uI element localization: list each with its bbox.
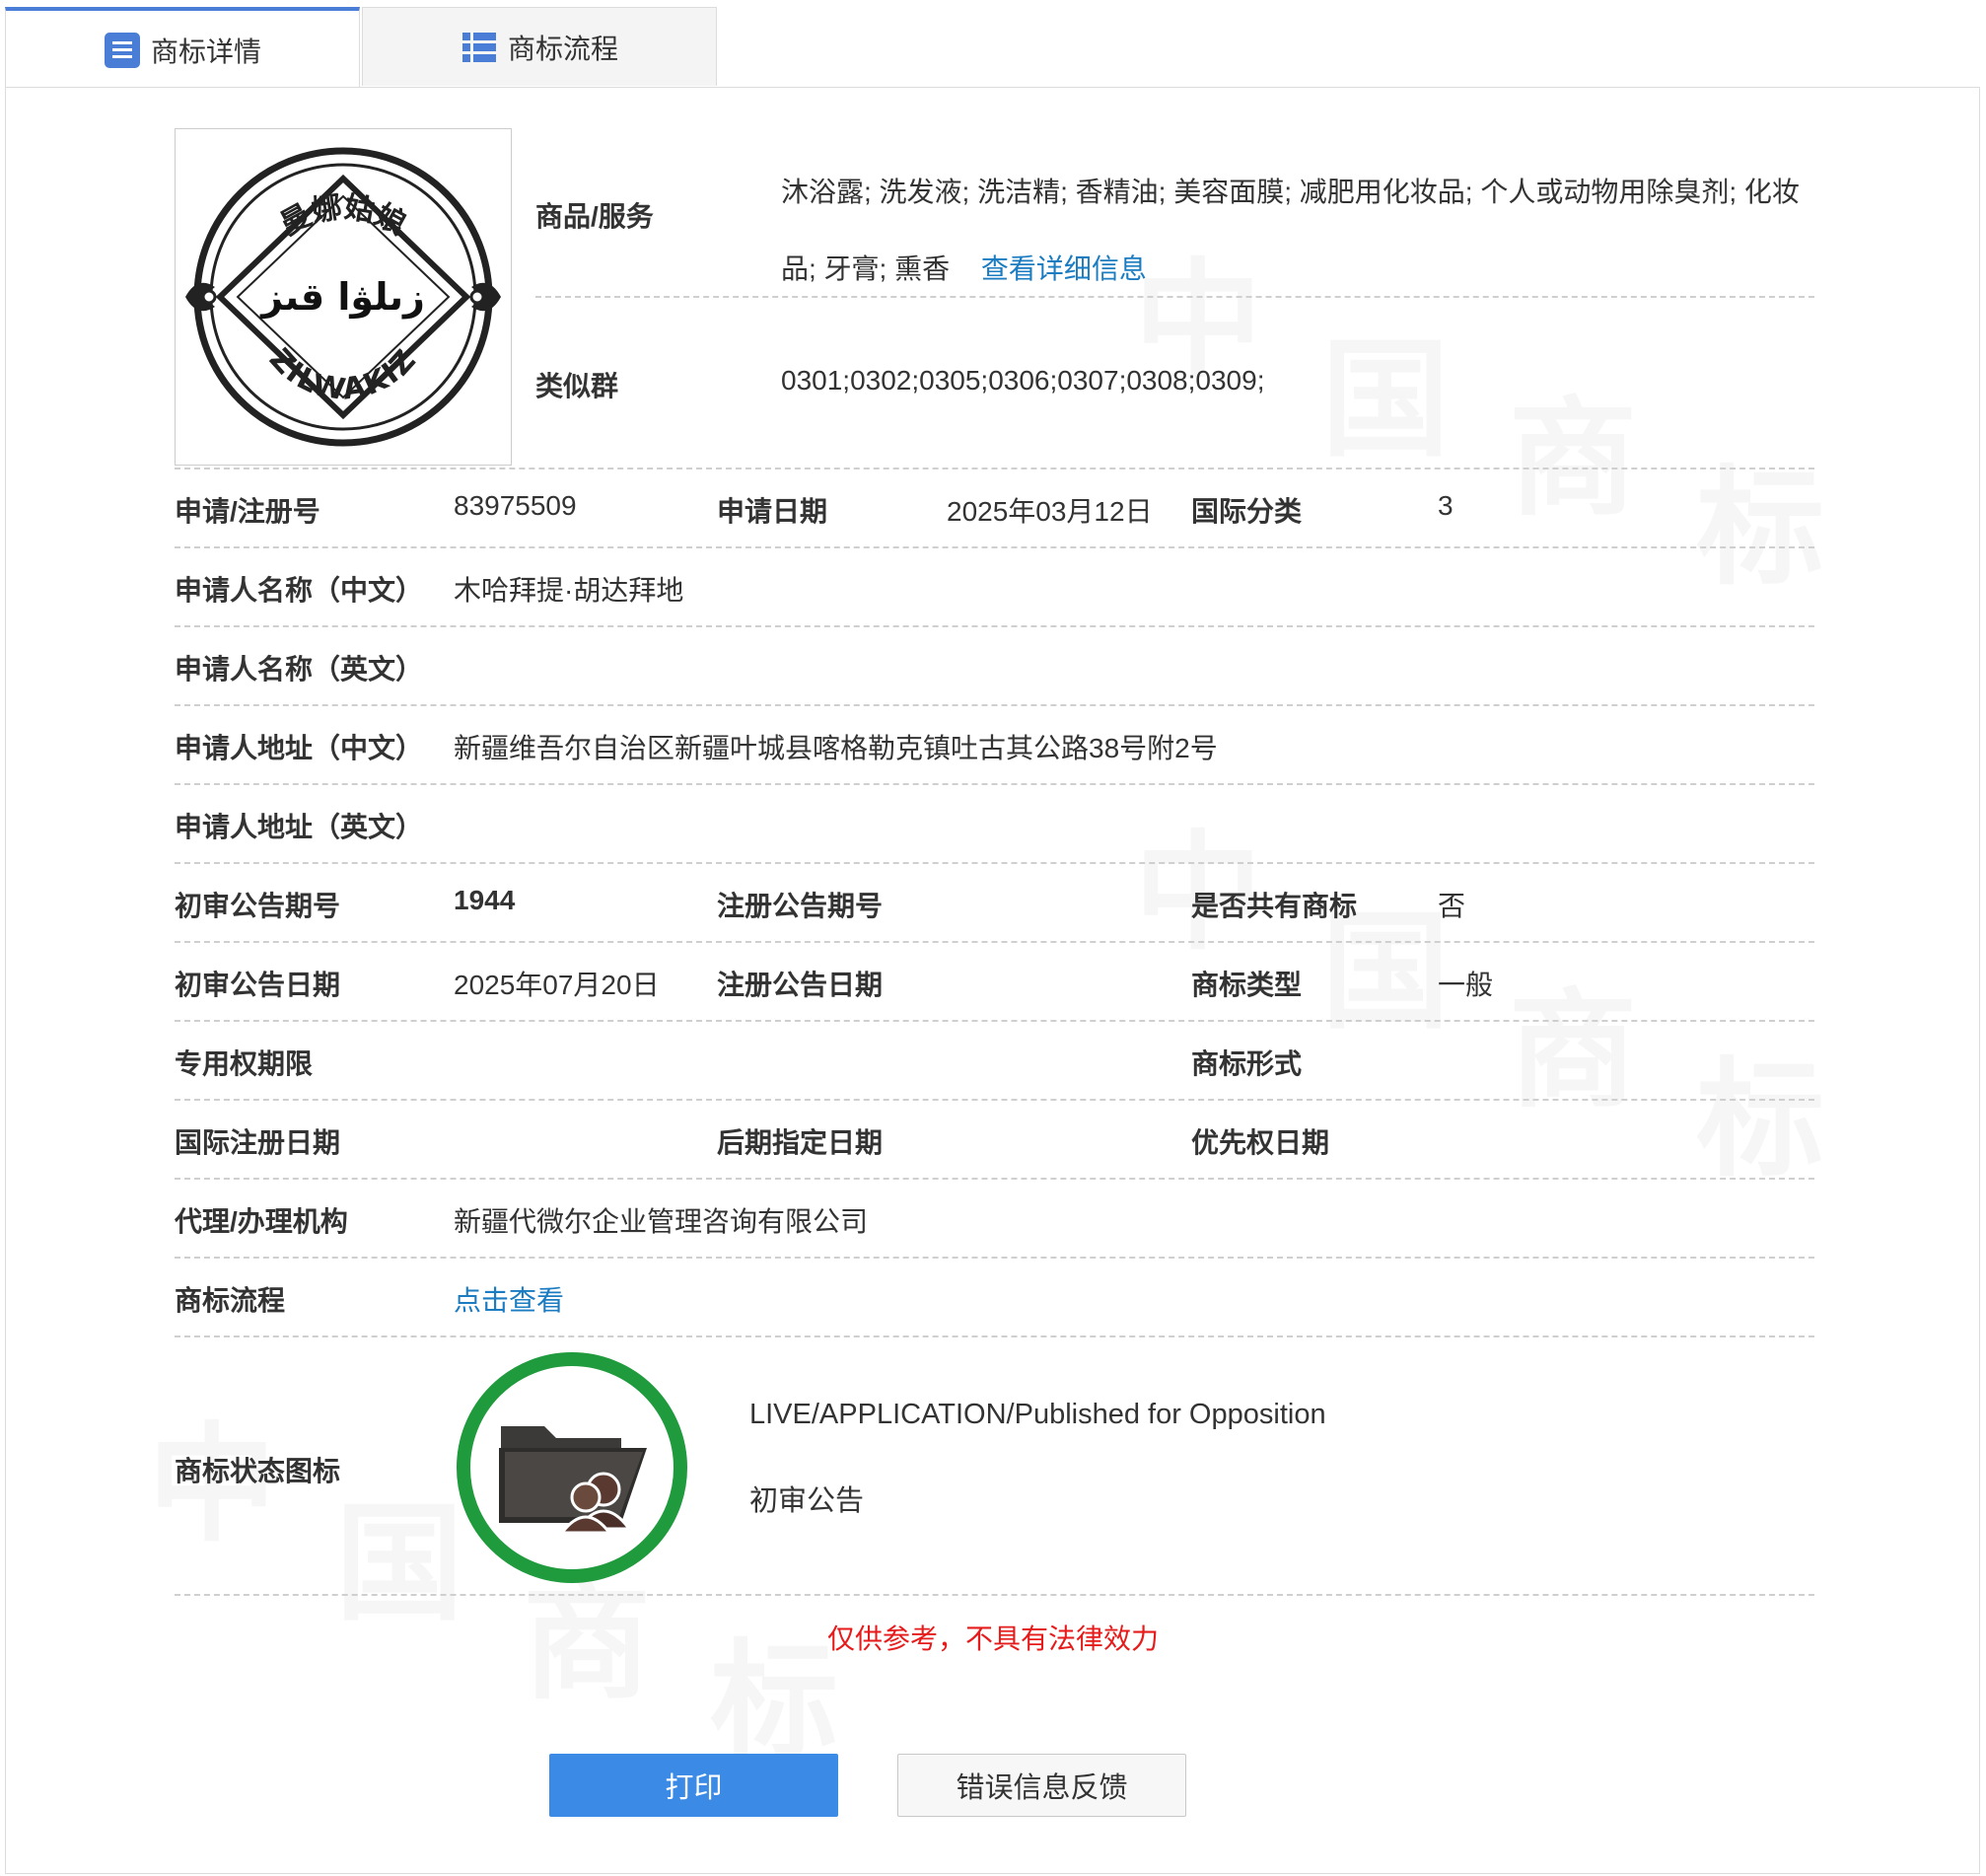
tm-form-label: 商标形式 (1191, 1048, 1303, 1079)
process-label: 商标流程 (175, 1285, 286, 1316)
reg-date-label: 注册公告日期 (717, 970, 884, 1000)
divider (175, 1020, 1814, 1022)
tab-trademark-process[interactable]: 商标流程 (362, 7, 717, 86)
list-doc-icon (104, 32, 140, 68)
tm-type-label: 商标类型 (1191, 970, 1303, 1000)
status-icon-label: 商标状态图标 (175, 1456, 341, 1486)
address-cn-value: 新疆维吾尔自治区新疆叶城县喀格勒克镇吐古其公路38号附2号 (454, 733, 1218, 763)
status-text-en: LIVE/APPLICATION/Published for Oppositio… (749, 1399, 1326, 1430)
reg-no-label: 申请/注册号 (175, 496, 320, 527)
legal-disclaimer: 仅供参考，不具有法律效力 (826, 1623, 1159, 1654)
goods-services: 沐浴露; 洗发液; 洗洁精; 香精油; 美容面膜; 减肥用化妆品; 个人或动物用… (781, 154, 1807, 308)
divider (175, 625, 1814, 627)
error-feedback-button[interactable]: 错误信息反馈 (897, 1754, 1186, 1817)
watermark: 国 (1321, 296, 1450, 481)
divider (175, 1594, 1814, 1596)
process-view-link[interactable]: 点击查看 (454, 1279, 564, 1319)
address-cn-label: 申请人地址（中文） (175, 733, 424, 763)
shared-mark-label: 是否共有商标 (1191, 891, 1358, 921)
print-button[interactable]: 打印 (549, 1754, 838, 1817)
similar-group-value: 0301;0302;0305;0306;0307;0308;0309; (781, 365, 1265, 396)
intl-class-label: 国际分类 (1191, 496, 1303, 527)
divider (175, 1335, 1814, 1337)
agency-label: 代理/办理机构 (175, 1206, 348, 1237)
prelim-issue-value: 1944 (454, 885, 516, 915)
divider (175, 941, 1814, 943)
status-text-cn: 初审公告 (749, 1485, 865, 1517)
goods-value: 沐浴露; 洗发液; 洗洁精; 香精油; 美容面膜; 减肥用化妆品; 个人或动物用… (781, 177, 1800, 284)
intl-class-value: 3 (1438, 490, 1454, 521)
app-date-value: 2025年03月12日 (947, 496, 1153, 527)
watermark: 标 (1696, 1016, 1824, 1201)
prelim-date-value: 2025年07月20日 (454, 970, 660, 1000)
view-detail-link[interactable]: 查看详细信息 (981, 253, 1147, 284)
intl-reg-date-label: 国际注册日期 (175, 1127, 341, 1158)
tm-type-value: 一般 (1438, 970, 1494, 1000)
reg-no-value: 83975509 (454, 490, 577, 521)
exclusive-period-label: 专用权期限 (175, 1048, 314, 1079)
divider (175, 546, 1814, 548)
folder-users-status-icon (457, 1352, 687, 1583)
watermark: 商 (1509, 947, 1637, 1132)
later-designation-date-label: 后期指定日期 (717, 1127, 884, 1158)
agency-value: 新疆代微尔企业管理咨询有限公司 (454, 1206, 869, 1237)
divider (175, 862, 1814, 864)
divider (175, 783, 1814, 785)
applicant-cn-label: 申请人名称（中文） (175, 575, 424, 606)
applicant-cn-value: 木哈拜提·胡达拜地 (454, 575, 684, 606)
applicant-en-label: 申请人名称（英文） (175, 654, 424, 685)
app-date-label: 申请日期 (717, 496, 828, 527)
priority-date-label: 优先权日期 (1191, 1127, 1330, 1158)
svg-text:زىلۋا قىز: زىلۋا قىز (259, 275, 425, 319)
prelim-issue-label: 初审公告期号 (175, 891, 341, 921)
tab-label: 商标流程 (507, 33, 618, 64)
divider (175, 1099, 1814, 1101)
prelim-date-label: 初审公告日期 (175, 970, 341, 1000)
address-en-label: 申请人地址（英文） (175, 812, 424, 842)
divider (535, 296, 1814, 298)
reg-issue-label: 注册公告期号 (717, 891, 884, 921)
watermark: 标 (1696, 424, 1824, 610)
divider (175, 1257, 1814, 1259)
shared-mark-value: 否 (1438, 891, 1466, 921)
goods-label: 商品/服务 (535, 201, 654, 232)
trademark-logo-image: 曼娜姑娘 زىلۋا قىز ZILWAKIZ (175, 128, 512, 466)
divider (175, 1178, 1814, 1180)
similar-group-label: 类似群 (535, 371, 619, 401)
tab-label: 商标详情 (150, 36, 261, 67)
trademark-logo-seal: 曼娜姑娘 زىلۋا قىز ZILWAKIZ (185, 147, 501, 447)
watermark: 商 (1509, 355, 1637, 541)
list-grid-icon (461, 32, 496, 62)
tab-trademark-detail[interactable]: 商标详情 (5, 7, 360, 89)
divider (175, 704, 1814, 706)
watermark: 中 (1134, 789, 1262, 974)
divider (175, 468, 1814, 469)
